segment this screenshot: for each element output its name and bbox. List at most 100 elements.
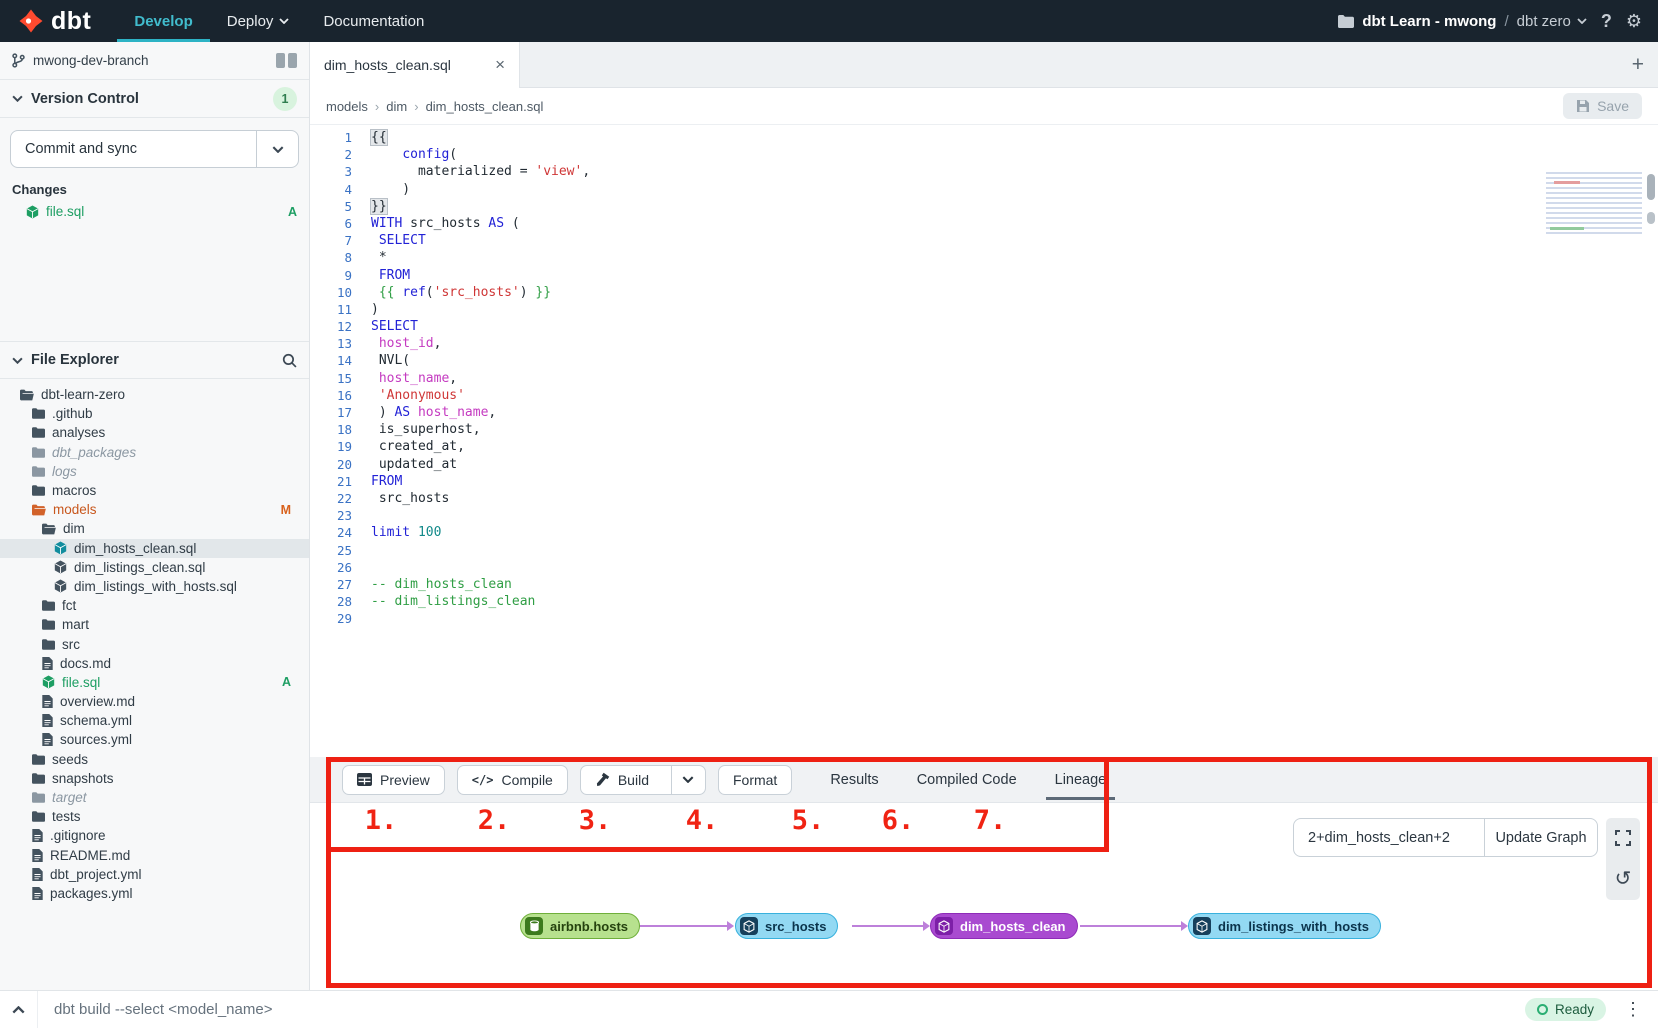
new-tab-icon[interactable]: + [1632, 53, 1644, 77]
lineage-node-dim-listings-with-hosts[interactable]: dim_listings_with_hosts [1188, 913, 1381, 939]
tree-item-packages-yml[interactable]: packages.yml [0, 884, 309, 903]
code-line[interactable]: 17 ) AS host_name, [310, 404, 1658, 421]
tree-item-overview-md[interactable]: overview.md [0, 692, 309, 711]
code-line[interactable]: 22 src_hosts [310, 490, 1658, 507]
command-input[interactable]: dbt build --select <model_name> [54, 1001, 1525, 1018]
tree-item--github[interactable]: .github [0, 404, 309, 423]
tree-item-readme-md[interactable]: README.md [0, 846, 309, 865]
tree-item-tests[interactable]: tests [0, 807, 309, 826]
code-line[interactable]: 20 updated_at [310, 456, 1658, 473]
tree-item-macros[interactable]: macros [0, 481, 309, 500]
changed-file-row[interactable]: file.sql A [0, 201, 309, 222]
tree-item-schema-yml[interactable]: schema.yml [0, 711, 309, 730]
tree-item-sources-yml[interactable]: sources.yml [0, 730, 309, 749]
reset-view-icon[interactable]: ↺ [1615, 869, 1632, 889]
editor-scrollbar[interactable] [1647, 174, 1655, 200]
tab-compiled-code[interactable]: Compiled Code [917, 757, 1017, 802]
lineage-selector-input[interactable] [1294, 819, 1484, 856]
lineage-node-dim-hosts-clean[interactable]: dim_hosts_clean [930, 913, 1078, 939]
tree-item-dim-hosts-clean-sql[interactable]: dim_hosts_clean.sql [0, 539, 309, 558]
environment-selector[interactable]: dbt zero [1517, 13, 1587, 30]
code-line[interactable]: 5}} [310, 198, 1658, 215]
code-line[interactable]: 6WITH src_hosts AS ( [310, 215, 1658, 232]
code-line[interactable]: 14 NVL( [310, 352, 1658, 369]
tab-results[interactable]: Results [830, 757, 878, 802]
build-options-caret[interactable] [671, 766, 705, 794]
code-line[interactable]: 29 [310, 610, 1658, 627]
tab-lineage[interactable]: Lineage [1055, 757, 1107, 802]
tree-item-dim[interactable]: dim [0, 519, 309, 538]
code-editor[interactable]: 1{{2 config(3 materialized = 'view',4 )5… [310, 126, 1658, 757]
model-cube-icon [740, 917, 758, 935]
tree-item-dbt-packages[interactable]: dbt_packages [0, 443, 309, 462]
tree-item-analyses[interactable]: analyses [0, 423, 309, 442]
tree-item-src[interactable]: src [0, 634, 309, 653]
code-line[interactable]: 15 host_name, [310, 370, 1658, 387]
chevron-up-icon[interactable] [0, 991, 38, 1028]
code-line[interactable]: 11) [310, 301, 1658, 318]
lineage-node-airbnb-hosts[interactable]: airbnb.hosts [520, 913, 640, 939]
compile-button[interactable]: </> Compile [457, 765, 568, 795]
commit-and-sync-button[interactable]: Commit and sync [11, 131, 256, 167]
commit-options-caret[interactable] [256, 131, 298, 167]
file-explorer-header[interactable]: File Explorer [0, 341, 309, 379]
code-line[interactable]: 24limit 100 [310, 524, 1658, 541]
update-graph-button[interactable]: Update Graph [1484, 819, 1597, 856]
code-line[interactable]: 25 [310, 542, 1658, 559]
code-line[interactable]: 27-- dim_hosts_clean [310, 576, 1658, 593]
code-line[interactable]: 12SELECT [310, 318, 1658, 335]
tree-item-logs[interactable]: logs [0, 462, 309, 481]
tree-item-seeds[interactable]: seeds [0, 750, 309, 769]
fullscreen-icon[interactable] [1615, 830, 1631, 846]
code-line[interactable]: 3 materialized = 'view', [310, 163, 1658, 180]
code-line[interactable]: 9 FROM [310, 267, 1658, 284]
branch-selector[interactable]: mwong-dev-branch [0, 42, 309, 80]
tree-item-dim-listings-with-hosts-sql[interactable]: dim_listings_with_hosts.sql [0, 577, 309, 596]
code-line[interactable]: 4 ) [310, 181, 1658, 198]
tree-item-fct[interactable]: fct [0, 596, 309, 615]
tree-item-docs-md[interactable]: docs.md [0, 654, 309, 673]
code-line[interactable]: 19 created_at, [310, 438, 1658, 455]
tree-item-dbt-learn-zero[interactable]: dbt-learn-zero [0, 385, 309, 404]
build-button[interactable]: Build [581, 766, 663, 794]
tab-dim-hosts-clean[interactable]: dim_hosts_clean.sql × [310, 42, 520, 88]
lineage-node-src-hosts[interactable]: src_hosts [735, 913, 838, 939]
code-line[interactable]: 1{{ [310, 129, 1658, 146]
save-button[interactable]: Save [1563, 93, 1642, 119]
preview-button[interactable]: Preview [342, 765, 445, 795]
format-button[interactable]: Format [718, 765, 792, 795]
close-icon[interactable]: × [495, 55, 505, 75]
nav-item-develop[interactable]: Develop [117, 0, 209, 42]
nav-item-documentation[interactable]: Documentation [306, 0, 441, 42]
minimap[interactable] [1546, 172, 1642, 236]
tree-item-dim-listings-clean-sql[interactable]: dim_listings_clean.sql [0, 558, 309, 577]
code-line[interactable]: 18 is_superhost, [310, 421, 1658, 438]
dbt-logo[interactable]: dbt [0, 0, 117, 42]
version-control-header[interactable]: Version Control 1 [0, 80, 309, 118]
tree-item-file-sql[interactable]: file.sqlA [0, 673, 309, 692]
split-view-icon[interactable] [276, 53, 297, 68]
code-line[interactable]: 26 [310, 559, 1658, 576]
search-icon[interactable] [282, 353, 297, 368]
code-line[interactable]: 2 config( [310, 146, 1658, 163]
project-selector[interactable]: dbt Learn - mwong / dbt zero [1338, 13, 1587, 30]
code-line[interactable]: 10 {{ ref('src_hosts') }} [310, 284, 1658, 301]
kebab-menu-icon[interactable]: ⋮ [1624, 999, 1642, 1020]
tree-item-mart[interactable]: mart [0, 615, 309, 634]
gear-icon[interactable]: ⚙ [1626, 12, 1642, 30]
nav-item-deploy[interactable]: Deploy [210, 0, 307, 42]
code-line[interactable]: 8 * [310, 249, 1658, 266]
git-branch-icon [12, 53, 25, 68]
code-line[interactable]: 7 SELECT [310, 232, 1658, 249]
code-line[interactable]: 13 host_id, [310, 335, 1658, 352]
code-line[interactable]: 16 'Anonymous' [310, 387, 1658, 404]
tree-item-target[interactable]: target [0, 788, 309, 807]
tree-item-dbt-project-yml[interactable]: dbt_project.yml [0, 865, 309, 884]
tree-item-models[interactable]: modelsM [0, 500, 309, 519]
code-line[interactable]: 28-- dim_listings_clean [310, 593, 1658, 610]
code-line[interactable]: 21FROM [310, 473, 1658, 490]
tree-item--gitignore[interactable]: .gitignore [0, 826, 309, 845]
help-icon[interactable]: ? [1601, 12, 1612, 30]
tree-item-snapshots[interactable]: snapshots [0, 769, 309, 788]
code-line[interactable]: 23 [310, 507, 1658, 524]
